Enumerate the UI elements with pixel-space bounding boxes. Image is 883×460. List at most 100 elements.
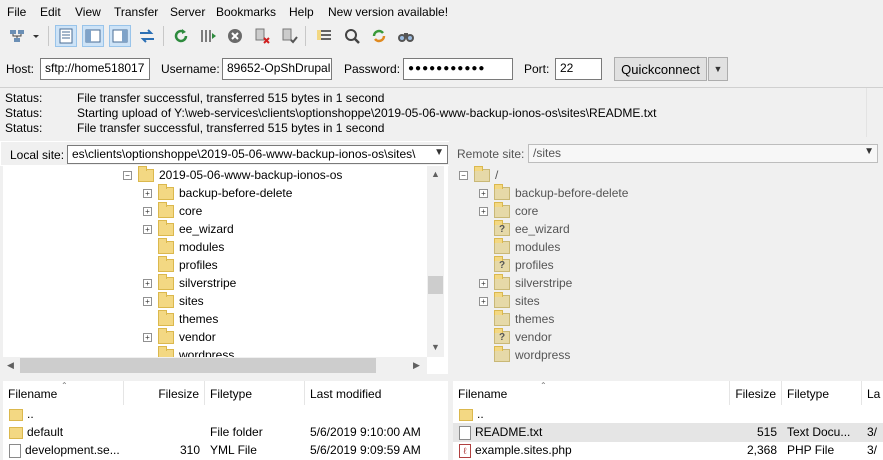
column-header-filesize[interactable]: Filesize	[124, 381, 205, 405]
tree-item[interactable]: + silverstripe	[143, 273, 236, 292]
toggle-log-icon[interactable]	[55, 25, 77, 47]
tree-item[interactable]: modules	[143, 237, 224, 256]
password-input[interactable]: ●●●●●●●●●●●	[403, 58, 513, 80]
column-header-last-modified[interactable]: La	[862, 381, 883, 405]
file-row[interactable]: development.se... 310 YML File 5/6/2019 9:0…	[3, 441, 448, 460]
scroll-thumb[interactable]	[428, 276, 443, 294]
local-file-list: Filename ⌃ Filesize Filetype Last modifi…	[3, 381, 448, 460]
scroll-up-icon[interactable]: ▲	[431, 169, 440, 179]
expand-icon[interactable]: +	[479, 206, 488, 216]
toggle-local-tree-icon[interactable]	[82, 25, 104, 47]
process-queue-icon[interactable]	[197, 25, 219, 47]
tree-item[interactable]: ? vendor	[479, 327, 552, 346]
local-tree-hscrollbar[interactable]: ◀ ▶	[3, 357, 427, 374]
remote-path-combo[interactable]: /sites ▼	[528, 144, 878, 163]
expand-icon[interactable]: +	[479, 296, 488, 306]
chevron-down-icon[interactable]: ▼	[434, 147, 444, 158]
menu-server[interactable]: Server	[170, 5, 205, 19]
disconnect-icon[interactable]	[251, 25, 273, 47]
file-row[interactable]: README.txt 515 Text Docu... 3/	[453, 423, 883, 442]
scroll-right-icon[interactable]: ▶	[413, 360, 420, 371]
expand-icon[interactable]: +	[143, 188, 152, 198]
file-row[interactable]: ..	[3, 405, 448, 424]
quickconnect-button[interactable]: Quickconnect	[614, 57, 707, 81]
tree-root-item[interactable]: − /	[459, 166, 498, 184]
menu-edit[interactable]: Edit	[40, 5, 61, 19]
collapse-icon[interactable]: −	[459, 170, 468, 180]
file-size-cell: 2,368	[746, 443, 777, 457]
scroll-down-icon[interactable]: ▼	[431, 342, 440, 352]
expand-icon[interactable]: +	[143, 332, 152, 342]
column-header-filetype[interactable]: Filetype	[205, 381, 305, 405]
tree-item[interactable]: modules	[479, 237, 560, 256]
collapse-icon[interactable]: −	[123, 170, 132, 180]
tree-item[interactable]: + silverstripe	[479, 273, 572, 292]
menu-transfer[interactable]: Transfer	[114, 5, 158, 19]
reconnect-icon[interactable]	[278, 25, 300, 47]
column-header-filesize[interactable]: Filesize	[730, 381, 782, 405]
file-row[interactable]: default File folder 5/6/2019 9:10:00 AM	[3, 423, 448, 442]
menu-view[interactable]: View	[75, 5, 101, 19]
search-icon[interactable]	[395, 25, 417, 47]
local-tree-vscrollbar[interactable]: ▲ ▼	[427, 166, 444, 357]
refresh-icon[interactable]	[170, 25, 192, 47]
tree-item[interactable]: ? profiles	[479, 255, 554, 274]
chevron-down-icon[interactable]: ▼	[864, 146, 874, 157]
expand-icon[interactable]: +	[143, 224, 152, 234]
local-path-combo[interactable]: es\clients\optionshoppe\2019-05-06-www-b…	[67, 145, 448, 164]
local-tree: − 2019-05-06-www-backup-ionos-os + backup…	[3, 166, 448, 374]
dropdown-arrow-icon[interactable]	[30, 25, 42, 47]
menu-new-version[interactable]: New version available!	[328, 5, 448, 19]
tree-item[interactable]: wordpress	[479, 345, 570, 364]
tree-item[interactable]: + sites	[143, 291, 204, 310]
expand-icon[interactable]: +	[143, 206, 152, 216]
menu-file[interactable]: File	[7, 5, 26, 19]
tree-item[interactable]: + core	[479, 201, 539, 220]
horizontal-splitter[interactable]	[0, 376, 883, 380]
host-input[interactable]: sftp://home518017	[40, 58, 150, 80]
tree-item-label: core	[515, 204, 539, 218]
toggle-queue-icon[interactable]	[136, 25, 158, 47]
folder-icon	[9, 408, 23, 421]
tree-item[interactable]: themes	[479, 309, 554, 328]
menu-help[interactable]: Help	[289, 5, 314, 19]
column-header-last-modified[interactable]: Last modified	[305, 381, 448, 405]
tree-item[interactable]: ? ee_wizard	[479, 219, 570, 238]
tree-item[interactable]: + backup-before-delete	[143, 183, 292, 202]
tree-item[interactable]: themes	[143, 309, 218, 328]
port-input[interactable]: 22	[555, 58, 602, 80]
sync-browsing-icon[interactable]	[368, 25, 390, 47]
file-row[interactable]: ℓ example.sites.php 2,368 PHP File 3/	[453, 441, 883, 460]
menu-bookmarks[interactable]: Bookmarks	[216, 5, 276, 19]
expand-icon[interactable]: +	[479, 278, 488, 288]
expand-icon[interactable]: +	[143, 278, 152, 288]
scroll-left-icon[interactable]: ◀	[7, 360, 14, 371]
expand-icon[interactable]: +	[479, 188, 488, 198]
directory-listing-filters-icon[interactable]	[313, 25, 335, 47]
tree-item[interactable]: + backup-before-delete	[479, 183, 628, 202]
vertical-splitter[interactable]	[449, 141, 453, 460]
file-name: ..	[477, 407, 484, 421]
expand-icon[interactable]: +	[143, 296, 152, 306]
cancel-icon[interactable]	[224, 25, 246, 47]
tree-item[interactable]: + sites	[479, 291, 540, 310]
folder-icon	[158, 291, 174, 308]
tree-root-item[interactable]: − 2019-05-06-www-backup-ionos-os	[123, 166, 342, 184]
tree-item[interactable]: + core	[143, 201, 202, 220]
folder-icon	[494, 237, 510, 254]
username-input[interactable]: 89652-OpShDrupal	[222, 58, 332, 80]
tree-item[interactable]: + ee_wizard	[143, 219, 234, 238]
file-modified-cell: 3/	[867, 425, 878, 439]
quickconnect-dropdown-button[interactable]: ▼	[708, 57, 728, 81]
toggle-remote-tree-icon[interactable]	[109, 25, 131, 47]
column-header-filename[interactable]: Filename	[453, 381, 730, 405]
file-row[interactable]: ..	[453, 405, 883, 424]
toggle-comparison-icon[interactable]	[341, 25, 363, 47]
column-header-filetype[interactable]: Filetype	[782, 381, 862, 405]
site-manager-icon[interactable]	[6, 25, 28, 47]
scroll-thumb[interactable]	[20, 358, 376, 373]
tree-item[interactable]: + vendor	[143, 327, 216, 346]
tree-item[interactable]: profiles	[143, 255, 218, 274]
folder-icon	[494, 309, 510, 326]
log-scrollbar[interactable]	[866, 88, 883, 137]
